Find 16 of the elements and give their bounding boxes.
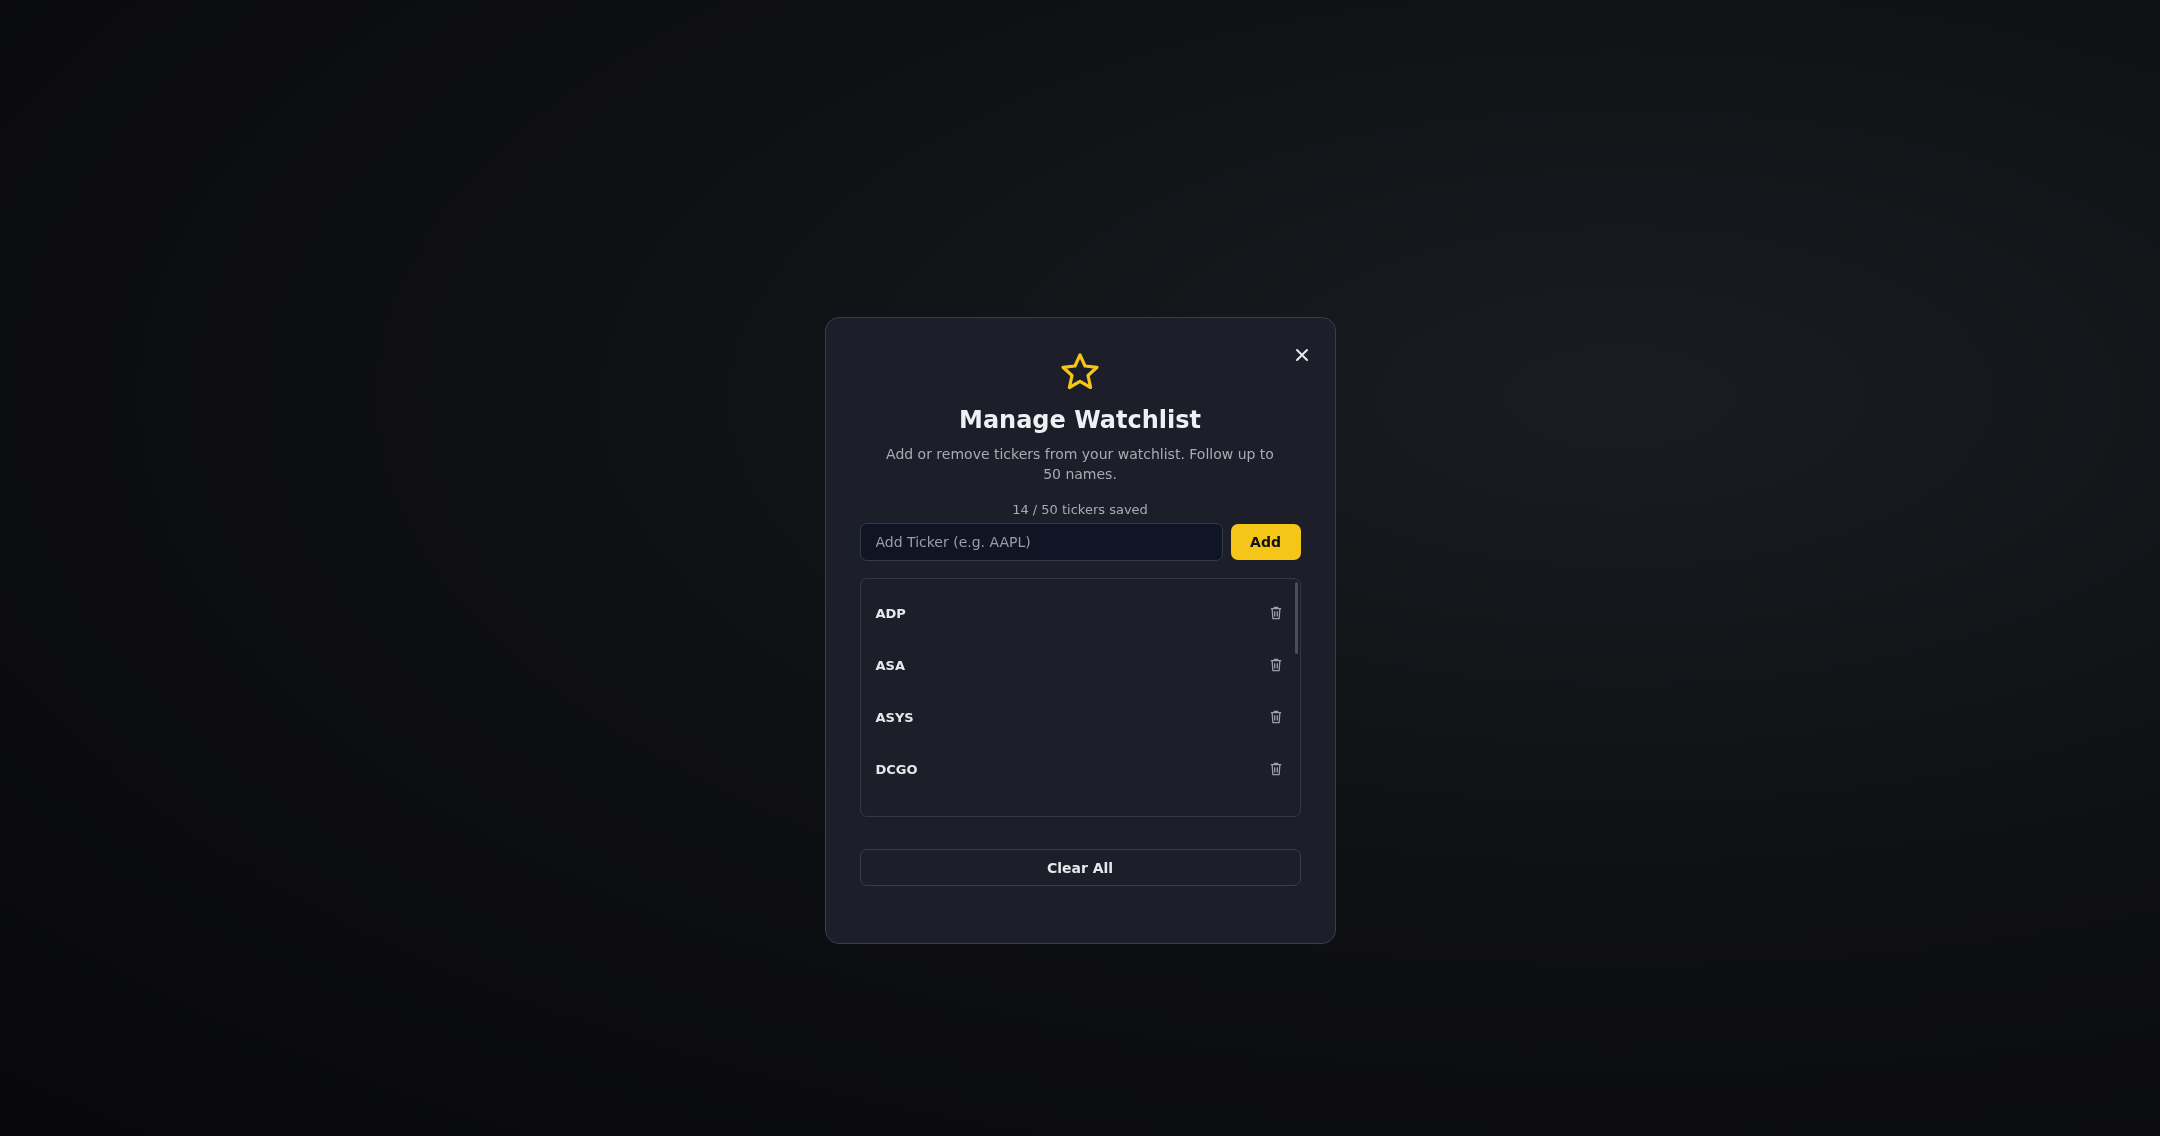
trash-icon[interactable]: [1269, 710, 1282, 724]
trash-icon[interactable]: [1269, 606, 1282, 620]
trash-icon[interactable]: [1269, 658, 1282, 672]
dialog-title: Manage Watchlist: [959, 406, 1201, 434]
clear-all-button[interactable]: Clear All: [859, 849, 1301, 886]
dialog-description: Add or remove tickers from your watchlist. Follow up to 50 names.: [885, 445, 1275, 484]
ticker-symbol: ASYS: [875, 709, 914, 725]
star-icon: [1060, 352, 1100, 392]
ticker-symbol: ASA: [875, 657, 905, 673]
ticker-input-field[interactable]: Add Ticker (e.g. AAPL): [859, 523, 1223, 561]
add-button[interactable]: Add: [1230, 524, 1301, 560]
ticker-symbol: DCGO: [875, 761, 918, 777]
ticker-symbol: ADP: [875, 605, 906, 621]
scrollbar-thumb[interactable]: [1294, 582, 1298, 654]
ticker-count: 14 / 50 tickers saved: [1012, 502, 1148, 517]
trash-icon[interactable]: [1269, 762, 1282, 776]
